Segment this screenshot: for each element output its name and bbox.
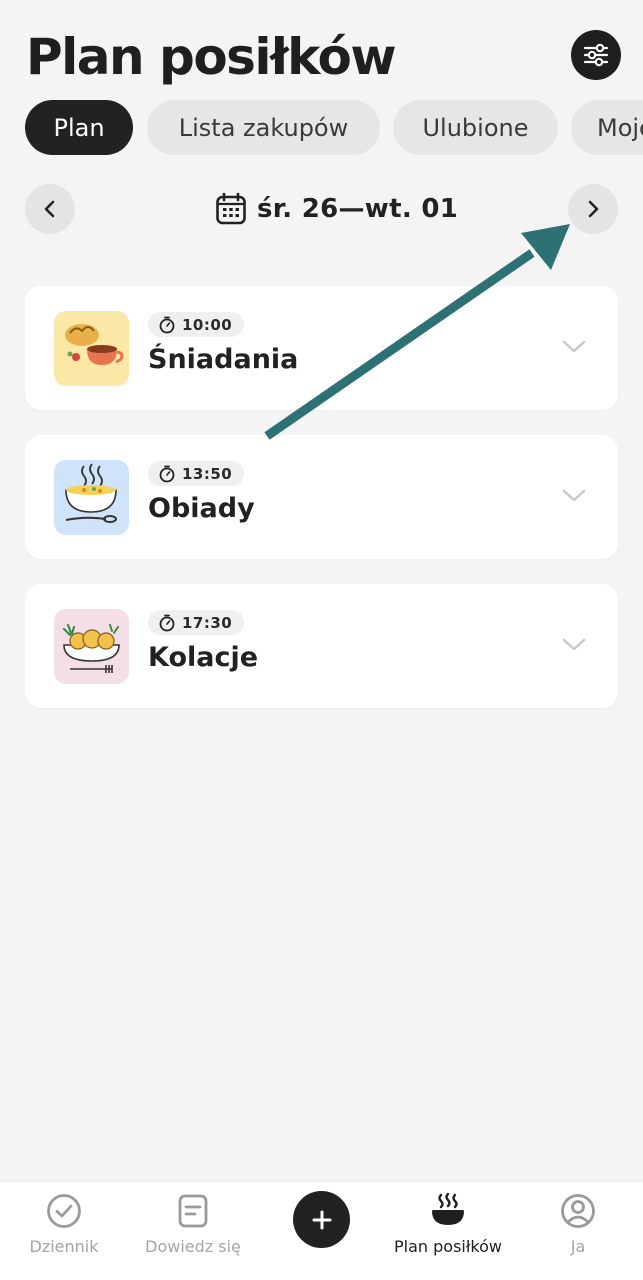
page-title: Plan posiłków (26, 28, 397, 86)
profile-icon (561, 1194, 595, 1228)
dinner-image (54, 609, 129, 684)
meal-card-dinner[interactable]: 17:30 Kolacje (25, 584, 618, 708)
header: Plan posiłków (26, 22, 626, 92)
article-icon (178, 1194, 208, 1228)
chevron-down-icon[interactable] (561, 485, 587, 505)
chevron-left-icon (44, 200, 55, 218)
stopwatch-icon (159, 316, 175, 333)
plus-icon (312, 1210, 331, 1229)
previous-date-button[interactable] (25, 184, 75, 234)
lunch-image (54, 460, 129, 535)
sliders-icon (583, 43, 609, 67)
stopwatch-icon (159, 614, 175, 631)
filter-button[interactable] (571, 30, 621, 80)
chevron-right-icon (588, 200, 599, 218)
meal-time: 10:00 (182, 315, 233, 334)
bottom-navigation: Dziennik Dowiedz się Plan posiłków Ja (0, 1181, 643, 1280)
meal-name: Obiady (148, 493, 255, 524)
nav-label: Dziennik (29, 1237, 99, 1256)
nav-label: Plan posiłków (394, 1237, 502, 1256)
breakfast-image (54, 311, 129, 386)
meal-time: 17:30 (182, 613, 233, 632)
meal-time: 13:50 (182, 464, 233, 483)
chevron-down-icon[interactable] (561, 336, 587, 356)
nav-label: Ja (570, 1237, 586, 1256)
meal-card-breakfast[interactable]: 10:00 Śniadania (25, 286, 618, 410)
date-range[interactable]: śr. 26—wt. 01 (215, 190, 458, 228)
tab-mine[interactable]: Moje (571, 100, 643, 155)
nav-learn[interactable]: Dowiedz się (133, 1182, 253, 1280)
nav-profile[interactable]: Ja (528, 1182, 628, 1280)
chevron-down-icon[interactable] (561, 634, 587, 654)
meal-name: Kolacje (148, 642, 259, 673)
time-badge: 13:50 (148, 461, 245, 486)
next-date-button[interactable] (568, 184, 618, 234)
time-badge: 10:00 (148, 312, 245, 337)
tab-shopping-list[interactable]: Lista zakupów (147, 100, 380, 155)
food-bowl-icon (432, 1192, 464, 1225)
date-range-label: śr. 26—wt. 01 (257, 194, 459, 224)
check-circle-icon (47, 1194, 81, 1228)
tab-plan[interactable]: Plan (25, 100, 133, 155)
nav-meal-plan[interactable]: Plan posiłków (383, 1182, 513, 1280)
tab-bar: Plan Lista zakupów Ulubione Moje (25, 100, 643, 156)
stopwatch-icon (159, 465, 175, 482)
calendar-icon (216, 192, 246, 225)
meal-card-lunch[interactable]: 13:50 Obiady (25, 435, 618, 559)
time-badge: 17:30 (148, 610, 245, 635)
tab-favorites[interactable]: Ulubione (393, 100, 558, 155)
date-navigation: śr. 26—wt. 01 (25, 184, 618, 234)
nav-label: Dowiedz się (145, 1237, 241, 1256)
meal-name: Śniadania (148, 344, 299, 375)
nav-journal[interactable]: Dziennik (14, 1182, 114, 1280)
add-button[interactable] (293, 1191, 350, 1248)
